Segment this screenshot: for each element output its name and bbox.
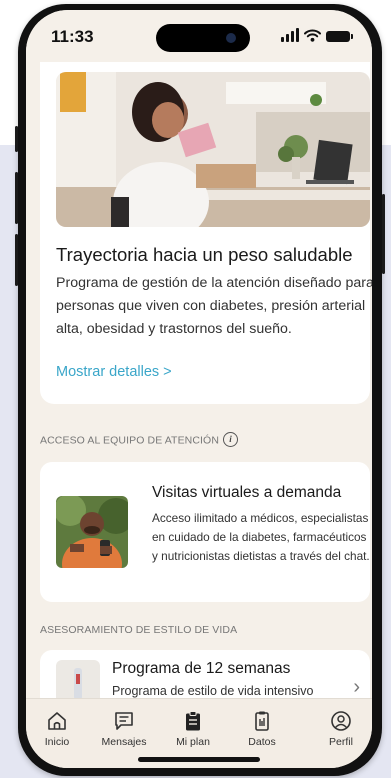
home-indicator[interactable] [138,757,260,762]
volume-down-button [15,234,18,286]
phone-frame: 11:33 Trayectoria hacia un peso saludabl… [15,4,385,776]
virtual-visits-image [56,496,128,568]
tab-my-plan[interactable]: Mi plan [158,709,228,748]
virtual-visits-title: Visitas virtuales a demanda [152,484,342,501]
data-icon [255,711,269,731]
lifestyle-section-header: ASESORAMIENTO DE ESTILO DE VIDA [40,624,238,636]
status-bar: 11:33 [26,10,372,62]
chevron-right-icon[interactable]: › [353,676,360,699]
twelve-week-program-subtitle: Programa de estilo de vida intensivo [112,684,314,698]
home-icon [48,712,66,730]
volume-up-button [15,172,18,224]
care-team-header-text: ACCESO AL EQUIPO DE ATENCIÓN [40,434,220,447]
tab-data[interactable]: Datos [227,709,297,748]
status-time: 11:33 [51,27,94,46]
tab-messages-label: Mensajes [101,736,147,748]
tab-home[interactable]: Inicio [26,709,92,748]
camera-dot [226,33,236,43]
power-button [382,194,385,274]
signal-icon [281,28,299,42]
profile-icon [331,711,351,731]
phone-screen: 11:33 Trayectoria hacia un peso saludabl… [26,10,372,768]
care-team-section-header: ACCESO AL EQUIPO DE ATENCIÓN i [40,432,239,448]
tab-messages[interactable]: Mensajes [89,709,159,748]
program-description: Programa de gestión de la atención diseñ… [56,275,372,337]
show-details-link[interactable]: Mostrar detalles > [56,364,172,380]
tab-data-label: Datos [248,736,276,748]
tab-profile[interactable]: Perfil [306,709,372,748]
clipboard-icon [186,711,200,731]
tab-bar: Inicio Mensajes Mi plan Datos Perfil [26,698,372,768]
mute-switch [15,126,18,152]
twelve-week-program-title: Programa de 12 semanas [112,660,291,677]
wifi-icon [304,29,321,42]
program-hero-image [56,72,370,227]
tab-home-label: Inicio [44,736,70,748]
program-card[interactable]: Trayectoria hacia un peso saludable Prog… [40,54,372,404]
battery-icon [326,31,353,42]
messages-icon [115,712,133,730]
status-icons [281,26,353,42]
virtual-visits-card[interactable]: Visitas virtuales a demanda Acceso ilimi… [40,462,370,602]
tab-my-plan-label: Mi plan [176,736,210,748]
tab-profile-label: Perfil [329,736,353,748]
virtual-visits-description: Acceso ilimitado a médicos, especialista… [152,511,370,563]
dynamic-island [156,24,250,52]
info-icon[interactable]: i [223,432,239,447]
program-title: Trayectoria hacia un peso saludable [56,244,353,265]
